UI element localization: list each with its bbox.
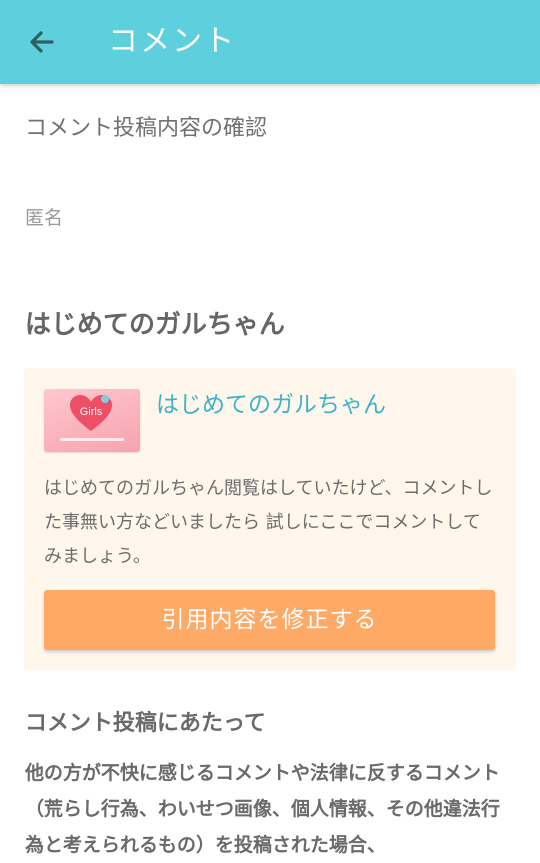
back-arrow-icon[interactable] xyxy=(24,24,60,60)
quoted-topic-title[interactable]: はじめてのガルちゃん xyxy=(156,388,386,422)
thumbnail-caption-strip xyxy=(60,438,124,441)
thumbnail-logo-text: Girls xyxy=(80,406,103,418)
heart-logo-icon: Girls xyxy=(70,395,112,431)
topic-headline: はじめてのガルちゃん xyxy=(25,310,286,340)
posting-rules-title: コメント投稿にあたって xyxy=(25,711,266,736)
edit-quote-button[interactable]: 引用内容を修正する xyxy=(44,590,495,650)
posting-rules-body: 他の方が不快に感じるコメントや法律に反するコメント（荒らし行為、わいせつ画像、個… xyxy=(25,762,501,856)
page-title: コメント xyxy=(108,24,236,59)
quoted-topic-card: Girls はじめてのガルちゃん はじめてのガルちゃん閲覧はしていたけど、コメン… xyxy=(24,368,516,670)
quoted-topic-body: はじめてのガルちゃん閲覧はしていたけど、コメントした事無い方などいましたら 試し… xyxy=(44,478,493,567)
confirm-section-title: コメント投稿内容の確認 xyxy=(25,116,268,141)
topic-thumbnail[interactable]: Girls xyxy=(44,389,140,452)
author-name: 匿名 xyxy=(25,207,64,229)
app-bar: コメント xyxy=(0,0,540,84)
